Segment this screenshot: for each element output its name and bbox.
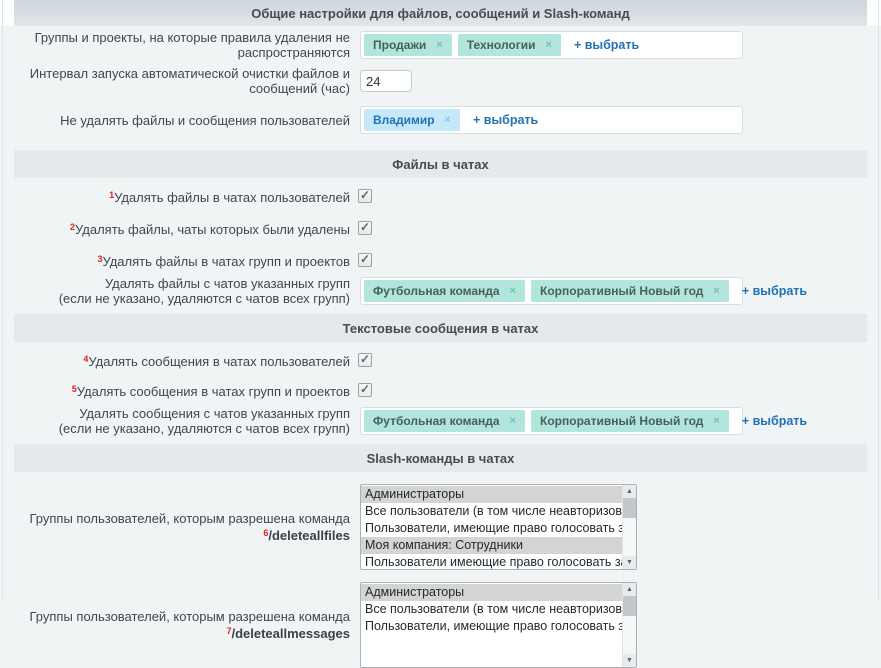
- listbox-option[interactable]: Администраторы: [361, 584, 622, 601]
- row-label: Удалять сообщения с чатов указанных груп…: [0, 406, 350, 436]
- section-header-slash-commands: Slash-команды в чатах: [14, 444, 867, 472]
- row-label: Интервал запуска автоматической очистки …: [0, 66, 350, 96]
- row-groups-exempt: Группы и проекты, на которые правила уда…: [0, 30, 881, 60]
- row-delete-files-user-chats: 1Удалять файлы в чатах пользователей: [0, 186, 881, 206]
- remove-tag-icon[interactable]: ×: [445, 114, 451, 126]
- tag-label: Корпоративный Новый год: [540, 284, 703, 298]
- add-select-link[interactable]: + выбрать: [574, 38, 639, 52]
- row-deleteallmessages-permissions: Группы пользователей, которым разрешена …: [0, 582, 881, 668]
- listbox-items: Администраторы Все пользователи (в том ч…: [361, 485, 622, 569]
- multi-select-box-message-groups[interactable]: Футбольная команда × Корпоративный Новый…: [360, 407, 743, 435]
- user-groups-listbox-deleteallfiles[interactable]: Администраторы Все пользователи (в том ч…: [360, 484, 637, 570]
- row-label: Группы и проекты, на которые правила уда…: [0, 30, 350, 60]
- selected-tag[interactable]: Корпоративный Новый год ×: [531, 410, 729, 432]
- row-delete-messages-user-chats: 4Удалять сообщения в чатах пользователей: [0, 350, 881, 370]
- remove-tag-icon[interactable]: ×: [510, 415, 516, 427]
- remove-tag-icon[interactable]: ×: [510, 285, 516, 297]
- scrollbar-thumb[interactable]: [623, 596, 636, 616]
- scroll-up-icon[interactable]: ▲: [623, 485, 636, 498]
- row-label: 4Удалять сообщения в чатах пользователей: [0, 352, 350, 369]
- selected-tag[interactable]: Владимир ×: [364, 109, 460, 131]
- listbox-option[interactable]: Пользователи, имеющие право голосовать з…: [361, 520, 622, 537]
- listbox-option[interactable]: Администраторы: [361, 486, 622, 503]
- interval-input[interactable]: [360, 70, 412, 92]
- checkbox-delete-files-deleted-chats[interactable]: [358, 221, 372, 235]
- page-title: Общие настройки для файлов, сообщений и …: [14, 0, 867, 26]
- checkbox-delete-files-user-chats[interactable]: [358, 189, 372, 203]
- user-groups-listbox-deleteallmessages[interactable]: Администраторы Все пользователи (в том ч…: [360, 582, 637, 668]
- listbox-option[interactable]: Все пользователи (в том числе неавторизо…: [361, 601, 622, 618]
- multi-select-box-file-groups[interactable]: Футбольная команда × Корпоративный Новый…: [360, 277, 743, 305]
- selected-tag[interactable]: Футбольная команда ×: [364, 410, 525, 432]
- section-header-files: Файлы в чатах: [14, 150, 867, 178]
- command-name: /deleteallfiles: [268, 528, 350, 543]
- top-strip: Общие настройки для файлов, сообщений и …: [0, 0, 881, 26]
- scrollbar-thumb[interactable]: [623, 498, 636, 518]
- listbox-items: Администраторы Все пользователи (в том ч…: [361, 583, 622, 667]
- scroll-down-icon[interactable]: ▼: [623, 556, 636, 569]
- listbox-option[interactable]: Моя компания: Сотрудники: [361, 537, 622, 554]
- listbox-option[interactable]: Пользователи имеющие право голосовать за…: [361, 554, 622, 569]
- tag-label: Продажи: [373, 38, 426, 52]
- selected-tag[interactable]: Корпоративный Новый год ×: [531, 280, 729, 302]
- scroll-up-icon[interactable]: ▲: [623, 583, 636, 596]
- row-delete-messages-group-chats: 5Удалять сообщения в чатах групп и проек…: [0, 380, 881, 400]
- remove-tag-icon[interactable]: ×: [713, 415, 719, 427]
- row-delete-messages-specified-groups: Удалять сообщения с чатов указанных груп…: [0, 406, 881, 436]
- row-interval: Интервал запуска автоматической очистки …: [0, 66, 881, 96]
- selected-tag[interactable]: Футбольная команда ×: [364, 280, 525, 302]
- multi-select-box-groups-exempt[interactable]: Продажи × Технологии × + выбрать: [360, 31, 743, 59]
- scrollbar[interactable]: ▲ ▼: [622, 583, 636, 667]
- scrollbar[interactable]: ▲ ▼: [622, 485, 636, 569]
- tag-label: Футбольная команда: [373, 284, 500, 298]
- listbox-option[interactable]: Все пользователи (в том числе неавторизо…: [361, 503, 622, 520]
- add-select-link[interactable]: + выбрать: [473, 113, 538, 127]
- row-users-exempt: Не удалять файлы и сообщения пользовател…: [0, 106, 881, 134]
- remove-tag-icon[interactable]: ×: [436, 39, 442, 51]
- remove-tag-icon[interactable]: ×: [713, 285, 719, 297]
- tag-label: Футбольная команда: [373, 414, 500, 428]
- row-label: Группы пользователей, которым разрешена …: [0, 609, 350, 641]
- row-label: 1Удалять файлы в чатах пользователей: [0, 188, 350, 205]
- remove-tag-icon[interactable]: ×: [546, 39, 552, 51]
- tag-label: Корпоративный Новый год: [540, 414, 703, 428]
- row-label: 3Удалять файлы в чатах групп и проектов: [0, 252, 350, 269]
- row-label: Группы пользователей, которым разрешена …: [0, 511, 350, 543]
- scroll-down-icon[interactable]: ▼: [623, 654, 636, 667]
- section-header-messages: Текстовые сообщения в чатах: [14, 314, 867, 342]
- multi-select-box-users-exempt[interactable]: Владимир × + выбрать: [360, 106, 743, 134]
- checkbox-delete-files-group-chats[interactable]: [358, 253, 372, 267]
- row-label: 2Удалять файлы, чаты которых были удален…: [0, 220, 350, 237]
- selected-tag[interactable]: Продажи ×: [364, 34, 452, 56]
- checkbox-delete-messages-group-chats[interactable]: [358, 383, 372, 397]
- add-select-link[interactable]: + выбрать: [742, 414, 807, 428]
- tag-label: Технологии: [467, 38, 536, 52]
- tag-label: Владимир: [373, 113, 435, 127]
- row-delete-files-specified-groups: Удалять файлы с чатов указанных групп (е…: [0, 276, 881, 306]
- checkbox-delete-messages-user-chats[interactable]: [358, 353, 372, 367]
- row-label: Не удалять файлы и сообщения пользовател…: [0, 113, 350, 128]
- command-name: /deleteallmessages: [231, 626, 350, 641]
- row-delete-files-deleted-chats: 2Удалять файлы, чаты которых были удален…: [0, 218, 881, 238]
- row-label: Удалять файлы с чатов указанных групп (е…: [0, 276, 350, 306]
- row-deleteallfiles-permissions: Группы пользователей, которым разрешена …: [0, 484, 881, 570]
- selected-tag[interactable]: Технологии ×: [458, 34, 561, 56]
- row-label: 5Удалять сообщения в чатах групп и проек…: [0, 382, 350, 399]
- listbox-option[interactable]: Пользователи, имеющие право голосовать з…: [361, 618, 622, 635]
- add-select-link[interactable]: + выбрать: [742, 284, 807, 298]
- row-delete-files-group-chats: 3Удалять файлы в чатах групп и проектов: [0, 250, 881, 270]
